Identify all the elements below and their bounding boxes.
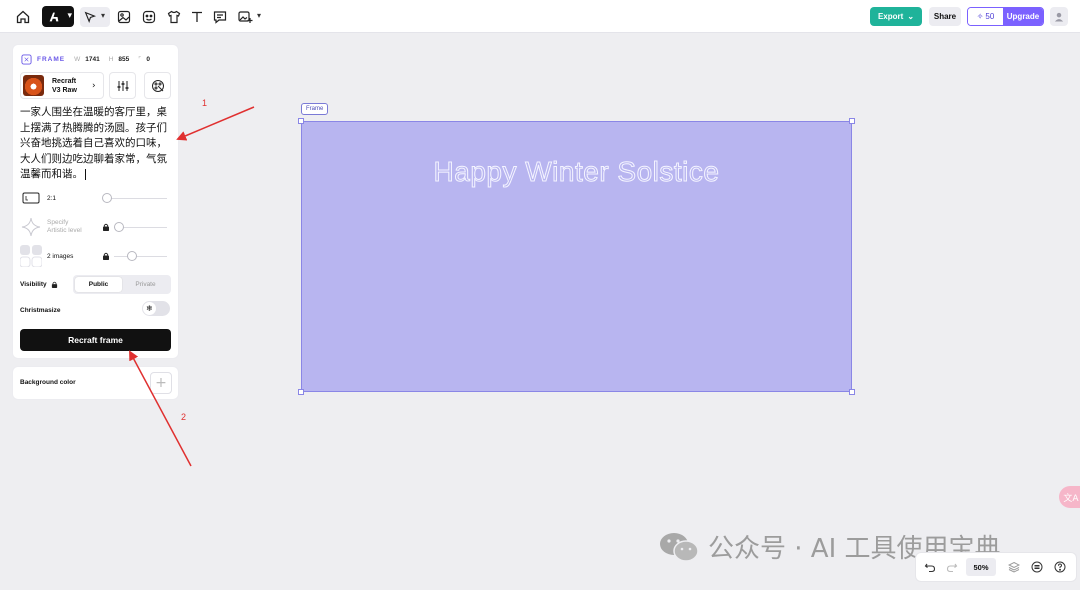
red-panda-thumbnail [23,75,44,96]
aspect-ratio-slider-handle[interactable] [102,193,112,203]
aspect-ratio-icon [20,187,42,209]
images-count-slider[interactable] [114,256,167,257]
frame-settings-panel: FRAME W 1741 H 855 ⌜ 0 Recraft V3 Raw › … [13,45,178,358]
resize-handle-top-right[interactable] [849,118,855,124]
layers-icon[interactable] [1006,559,1022,575]
background-color-label: Background color [20,379,76,386]
plus-icon: + [155,375,167,391]
wechat-icon [658,531,700,563]
select-tool-icon [84,11,97,24]
images-count-value: 2 images [47,252,74,260]
annotation-arrow-1 [176,106,255,141]
chevron-right-icon: › [92,80,96,91]
model-selector[interactable]: Recraft V3 Raw › [20,72,104,99]
help-icon[interactable] [1052,559,1068,575]
resize-handle-bottom-right[interactable] [849,389,855,395]
background-color-panel: Background color + [13,367,178,399]
frame-text[interactable]: Happy Winter Solstice [302,156,851,188]
hamburger-menu-icon[interactable] [1029,559,1045,575]
share-button[interactable]: Share [929,7,961,26]
sparkle-icon: ✧ [976,12,984,21]
text-caret [85,168,86,180]
avatar[interactable] [1050,7,1068,26]
height-key: H [108,55,114,63]
add-background-color-button[interactable]: + [150,372,172,394]
artistic-label-line2: Artistic level [47,227,82,234]
credits-upgrade-group: ✧ 50 Upgrade [967,7,1044,26]
zoom-toolbar: 50% [916,553,1076,581]
translate-icon: 文A [1063,493,1079,504]
christmasize-switch[interactable]: ❄ [142,301,170,316]
visibility-label: Visibility [20,281,58,288]
frame-label: FRAME [37,55,66,63]
frame-icon [21,53,32,65]
shirt-mockup-icon[interactable] [164,7,184,27]
text-tool-icon[interactable] [187,7,207,27]
frame-tag[interactable]: Frame [301,103,329,115]
sliders-icon [117,80,128,91]
images-count-slider-handle[interactable] [127,251,137,261]
height-value[interactable]: 855 [118,56,129,63]
comment-icon[interactable] [210,7,230,27]
corner-radius-value[interactable]: 0 [146,56,150,63]
select-tool-button[interactable] [80,7,110,27]
export-button[interactable]: Export ⌄ [870,7,922,26]
chevron-down-icon[interactable]: ▾ [257,11,261,20]
recraft-frame-button[interactable]: Recraft frame [20,329,171,351]
resize-handle-top-left[interactable] [298,118,304,124]
home-icon[interactable] [13,7,33,27]
lock-icon [102,252,110,260]
translate-button[interactable]: 文A [1059,486,1080,508]
visibility-public-option[interactable]: Public [75,277,122,292]
palette-icon [151,79,164,92]
annotation-number-1: 1 [202,98,208,108]
frame-header: FRAME W 1741 H 855 ⌜ 0 [21,53,150,65]
top-toolbar: ▾ ▾ ▾ Export ⌄ Share ✧ 50 Upgrade [0,0,1080,33]
logo-menu-button[interactable]: ▾ [42,6,74,27]
undo-icon[interactable] [922,559,938,575]
annotation-number-2: 2 [181,412,187,422]
width-value[interactable]: 1741 [85,56,99,63]
aspect-ratio-slider[interactable] [104,198,167,199]
image-icon[interactable] [114,7,134,27]
prompt-textarea[interactable]: 一家人围坐在温暖的客厅里，桌上摆满了热腾腾的汤圆。孩子们兴奋地挑选着自己喜欢的口… [20,105,172,183]
artistic-label-line1: Specify [47,219,69,226]
image-grid-icon [20,245,42,267]
style-palette-button[interactable] [144,72,171,99]
resize-handle-bottom-left[interactable] [298,389,304,395]
visibility-private-option[interactable]: Private [122,277,169,292]
christmasize-label: Christmasize [20,307,61,314]
model-name-line1: Recraft [52,77,77,85]
zoom-level[interactable]: 50% [966,558,996,576]
credits-badge[interactable]: ✧ 50 [968,8,1003,25]
canvas-frame[interactable]: Happy Winter Solstice [301,121,852,392]
visibility-toggle: Public Private [73,275,171,294]
redo-icon[interactable] [944,559,960,575]
snowflake-icon: ❄ [143,302,156,315]
image-plus-icon[interactable] [235,7,255,27]
width-key: W [74,55,81,63]
chevron-down-icon[interactable]: ▾ [101,11,105,20]
corner-radius-icon: ⌜ [138,56,142,63]
logo-icon [49,12,59,21]
aspect-ratio-value: 2:1 [47,194,57,202]
sparkle-star-icon [20,216,42,238]
lock-icon [102,223,110,231]
model-name-line2: V3 Raw [52,86,77,94]
chevron-down-icon: ⌄ [907,12,915,21]
user-icon [1054,12,1064,21]
settings-sliders-button[interactable] [109,72,136,99]
artistic-level-slider-handle[interactable] [114,222,124,232]
chevron-down-icon: ▾ [67,11,72,21]
sticker-icon[interactable] [139,7,159,27]
upgrade-button[interactable]: Upgrade [1003,8,1043,25]
lock-icon [51,281,57,288]
